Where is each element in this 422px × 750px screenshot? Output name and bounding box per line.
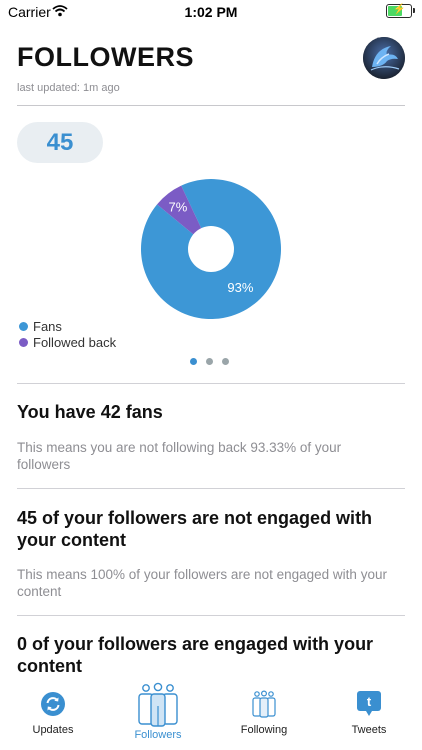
donut-label-fans: 93% <box>227 280 253 295</box>
page-dot-2[interactable] <box>206 358 213 365</box>
tab-label-followers: Followers <box>134 729 182 741</box>
battery-icon: ⚡ <box>386 4 415 18</box>
avatar[interactable] <box>363 37 405 79</box>
last-updated-label: last updated: 1m ago <box>17 82 120 94</box>
refresh-icon <box>41 692 65 716</box>
status-bar: Carrier 1:02 PM ⚡ <box>0 0 422 24</box>
tab-tweets[interactable]: t Tweets <box>319 678 419 750</box>
section-body-not-engaged: This means 100% of your followers are no… <box>17 567 387 599</box>
page-title: FOLLOWERS <box>17 42 194 72</box>
section-divider <box>17 488 405 489</box>
section-heading-engaged: 0 of your followers are engaged with you… <box>17 634 374 676</box>
legend-dot-fans <box>19 321 28 331</box>
chart-legend: Fans Followed back <box>19 318 116 350</box>
tab-followers[interactable]: Followers <box>108 678 208 750</box>
tab-label-following: Following <box>240 724 288 736</box>
following-icon <box>252 690 276 718</box>
section-heading-fans: You have 42 fans <box>17 402 163 422</box>
page-indicator[interactable] <box>190 358 229 365</box>
section-divider <box>17 615 405 616</box>
follower-count-badge: 45 <box>17 122 103 163</box>
donut-hole <box>188 226 234 272</box>
followers-donut-chart: 93% 7% <box>141 179 281 319</box>
clock-time: 1:02 PM <box>184 4 238 20</box>
svg-text:t: t <box>367 694 372 709</box>
tab-label-tweets: Tweets <box>351 724 387 736</box>
legend-item-followed-back: Followed back <box>19 334 116 350</box>
page-dot-1[interactable] <box>190 358 197 365</box>
legend-item-fans: Fans <box>19 318 116 334</box>
tab-updates[interactable]: Updates <box>3 678 103 750</box>
legend-dot-followed-back <box>19 337 28 347</box>
page-dot-3[interactable] <box>222 358 229 365</box>
tweets-icon: t <box>357 691 381 716</box>
section-divider <box>17 383 405 384</box>
tab-label-updates: Updates <box>32 724 74 736</box>
legend-label-followed-back: Followed back <box>33 334 117 350</box>
header-divider <box>17 105 405 106</box>
tab-following[interactable]: Following <box>214 678 314 750</box>
dolphin-avatar-icon <box>363 37 405 79</box>
followers-icon <box>138 682 178 727</box>
section-body-fans: This means you are not following back 93… <box>17 440 342 472</box>
tab-bar: Updates Followers Following t Tweets <box>0 678 422 750</box>
donut-label-followed-back: 7% <box>169 199 188 214</box>
section-heading-not-engaged: 45 of your followers are not engaged wit… <box>17 508 373 550</box>
legend-label-fans: Fans <box>33 318 62 334</box>
